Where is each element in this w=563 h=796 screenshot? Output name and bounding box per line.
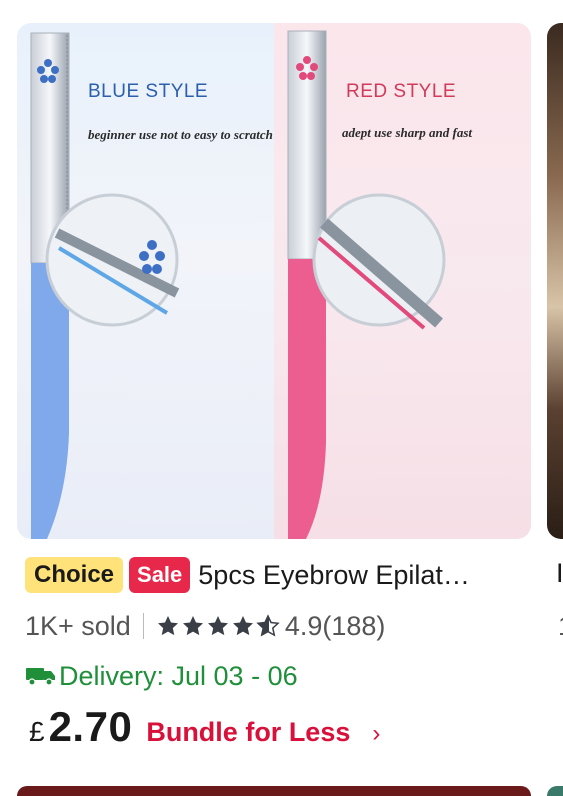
bundle-for-less-link[interactable]: Bundle for Less [146, 717, 350, 748]
truck-icon [26, 668, 55, 686]
delivery-text: Delivery: Jul 03 - 06 [59, 660, 298, 691]
half-star-icon [256, 614, 280, 637]
product-image[interactable]: BLUE STYLE beginner use not to easy to s… [17, 23, 531, 539]
product-title-row[interactable]: Choice Sale 5pcs Eyebrow Epilat… [25, 555, 470, 595]
choice-badge: Choice [25, 557, 124, 593]
product-title[interactable]: 5pcs Eyebrow Epilat… [198, 560, 470, 591]
rating-value: 4.9 [284, 610, 323, 641]
star-icon [207, 616, 228, 636]
red-style-label: RED STYLE [346, 81, 457, 102]
next-product-sold: 1 [558, 611, 563, 642]
sold-count: 1K+ sold [25, 610, 131, 641]
chevron-right-icon[interactable]: › [372, 720, 380, 748]
star-icon [157, 616, 178, 636]
blue-style-label: BLUE STYLE [88, 81, 209, 102]
review-count: (188) [322, 610, 386, 641]
sale-badge: Sale [129, 557, 191, 593]
star-icon [232, 616, 253, 636]
red-style-panel: RED STYLE adept use sharp and fast [274, 23, 531, 539]
divider [142, 613, 144, 639]
price-row: £ 2.70 Bundle for Less › [29, 703, 380, 755]
next-product-image[interactable] [547, 23, 563, 539]
sales-rating-row: 1K+ sold 4.9 (188) [25, 607, 385, 645]
below-product-image-peek[interactable] [17, 786, 531, 796]
next-product-title[interactable]: I [556, 558, 563, 589]
star-rating [156, 614, 281, 638]
currency-symbol: £ [29, 716, 45, 747]
price-value: 2.70 [48, 703, 133, 750]
star-icon [182, 616, 203, 636]
blue-style-caption: beginner use not to easy to scratch [88, 127, 273, 142]
red-style-caption: adept use sharp and fast [342, 125, 473, 140]
below-next-product-peek[interactable] [547, 786, 563, 796]
blue-style-panel: BLUE STYLE beginner use not to easy to s… [17, 23, 274, 539]
delivery-row: Delivery: Jul 03 - 06 [25, 657, 298, 695]
